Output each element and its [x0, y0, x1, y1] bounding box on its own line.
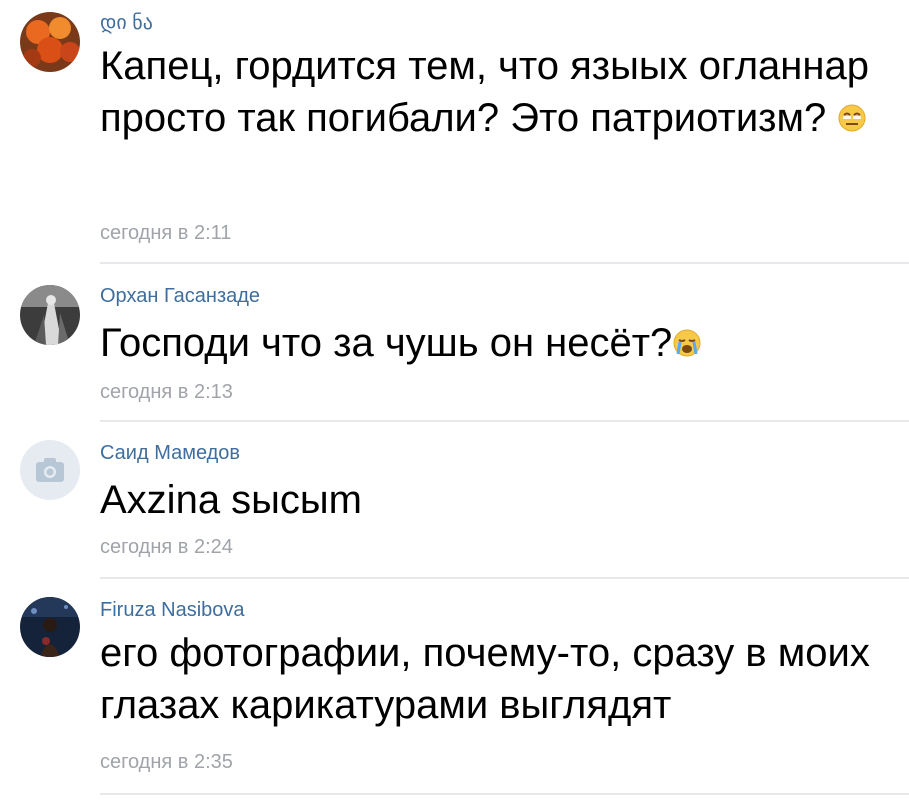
comment-timestamp: сегодня в 2:11 — [100, 222, 232, 244]
comment-text: Капец, гордится тем, что языых огланнар … — [100, 44, 869, 140]
comment-text: его фотографии, почему-то, сразу в моих … — [100, 631, 870, 727]
comment-text-wrap: Господи что за чушь он несёт? — [100, 317, 900, 371]
avatar[interactable] — [20, 12, 80, 72]
comment-timestamp: сегодня в 2:13 — [100, 381, 233, 403]
comment-author[interactable]: Firuza Nasibova — [100, 599, 245, 622]
camera-icon — [36, 458, 64, 482]
avatar[interactable] — [20, 440, 80, 500]
comment-item: Саид Мамедов Axzina sысыm сегодня в 2:24 — [0, 422, 909, 579]
crying-face-emoji — [672, 319, 702, 371]
comment-item: დი ნა Капец, гордится тем, что языых огл… — [0, 0, 909, 265]
comment-text-wrap: Капец, гордится тем, что языых огланнар … — [100, 40, 900, 146]
comment-author[interactable]: Орхан Гасанзаде — [100, 285, 260, 308]
comment-timestamp: сегодня в 2:35 — [100, 751, 233, 773]
divider — [100, 793, 909, 795]
comment-item: Firuza Nasibova его фотографии, почему-т… — [0, 579, 909, 800]
comment-text: Axzina sысыm — [100, 478, 362, 522]
relieved-face-emoji — [837, 94, 867, 146]
comment-item: Орхан Гасанзаде Господи что за чушь он н… — [0, 265, 909, 422]
avatar[interactable] — [20, 597, 80, 657]
comment-timestamp: сегодня в 2:24 — [100, 536, 233, 558]
avatar[interactable] — [20, 285, 80, 345]
comment-author[interactable]: Саид Мамедов — [100, 442, 240, 465]
comment-author[interactable]: დი ნა — [100, 10, 153, 35]
comment-text: Господи что за чушь он несёт? — [100, 321, 673, 365]
divider — [100, 262, 909, 264]
